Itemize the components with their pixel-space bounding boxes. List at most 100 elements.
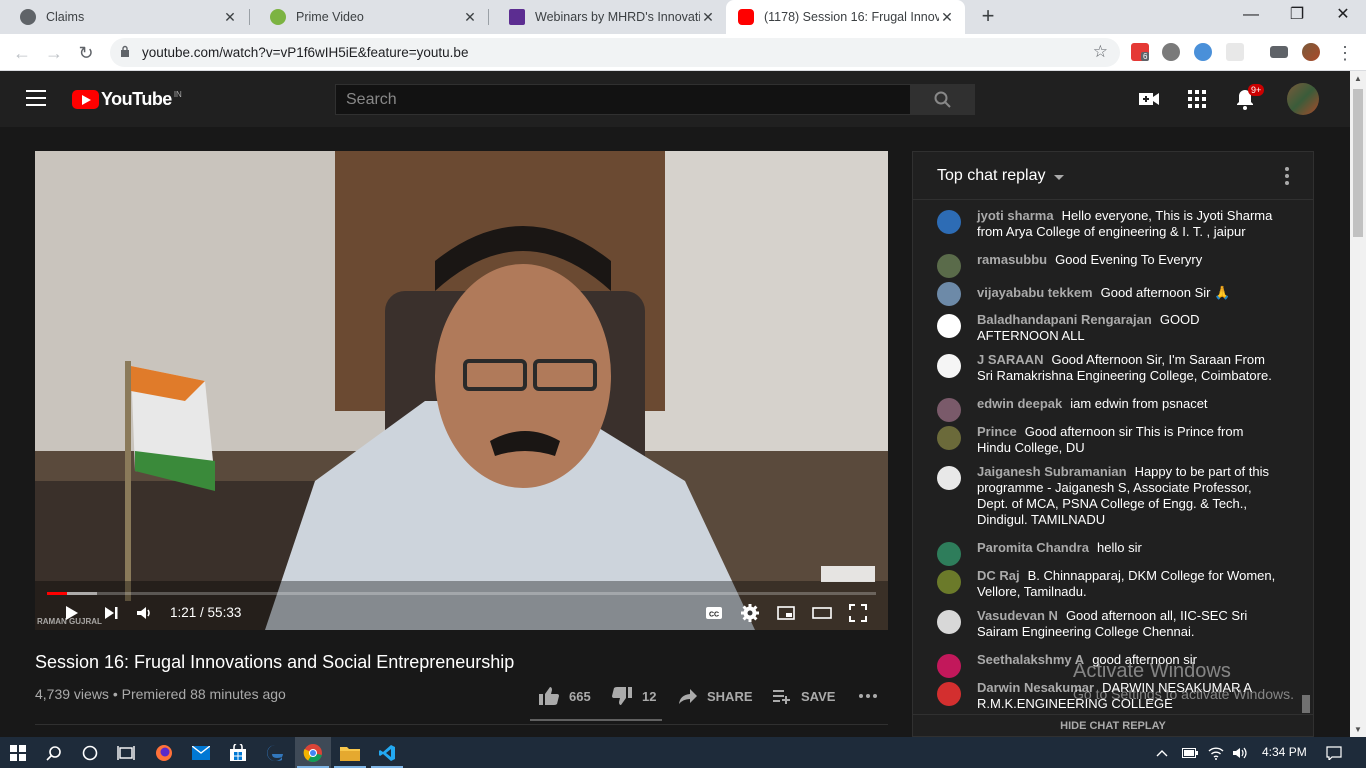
- chat-mode-dropdown[interactable]: Top chat replay: [937, 167, 1046, 185]
- reload-button[interactable]: ↻: [73, 40, 99, 66]
- chat-avatar: [937, 354, 961, 378]
- taskbar-clock[interactable]: 4:34 PM: [1262, 745, 1307, 759]
- miniplayer-icon[interactable]: [776, 603, 796, 623]
- chat-author[interactable]: Prince: [977, 424, 1017, 439]
- edge-icon[interactable]: [257, 737, 293, 768]
- subtitles-cc-icon[interactable]: CC: [704, 603, 724, 623]
- chat-message: Jaiganesh Subramanian Happy to be part of…: [937, 464, 1277, 528]
- chat-author[interactable]: J SARAAN: [977, 352, 1043, 367]
- svg-text:CC: CC: [709, 612, 719, 619]
- restore-button[interactable]: ❐: [1274, 0, 1320, 30]
- chat-author[interactable]: ramasubbu: [977, 252, 1047, 267]
- save-label: SAVE: [801, 688, 836, 704]
- wifi-icon[interactable]: [1204, 737, 1228, 768]
- next-video-icon[interactable]: [101, 603, 121, 623]
- scroll-up-arrow-icon[interactable]: ▲: [1354, 74, 1362, 83]
- chat-author[interactable]: Vasudevan N: [977, 608, 1058, 623]
- back-button[interactable]: ←: [9, 40, 35, 66]
- chat-author[interactable]: jyoti sharma: [977, 208, 1054, 223]
- share-button[interactable]: SHARE: [678, 684, 753, 708]
- tab-youtube-active[interactable]: (1178) Session 16: Frugal Innovat ✕: [726, 0, 965, 34]
- chat-avatar: [937, 254, 961, 278]
- youtube-play-logo-icon: [72, 90, 99, 109]
- close-tab-icon[interactable]: ✕: [939, 9, 955, 26]
- browser-tab-bar: Claims ✕ Prime Video ✕ Webinars by MHRD'…: [0, 0, 1366, 34]
- page-scrollbar[interactable]: ▲ ▼: [1350, 71, 1366, 737]
- close-tab-icon[interactable]: ✕: [700, 9, 716, 26]
- search-button[interactable]: [910, 84, 975, 115]
- fullscreen-icon[interactable]: [848, 603, 868, 623]
- account-avatar[interactable]: [1287, 83, 1319, 115]
- extension-icon[interactable]: [1226, 43, 1244, 61]
- search-icon[interactable]: [36, 737, 72, 768]
- action-center-icon[interactable]: [1318, 737, 1350, 768]
- bug-extension-icon[interactable]: [1162, 43, 1180, 61]
- minimize-button[interactable]: —: [1228, 0, 1274, 30]
- youtube-logo[interactable]: YouTube IN: [72, 89, 182, 110]
- theater-mode-icon[interactable]: [812, 603, 832, 623]
- tab-webinars[interactable]: Webinars by MHRD's Innovation ✕: [489, 0, 726, 34]
- search-icon: [934, 91, 951, 108]
- bookmark-star-icon[interactable]: ☆: [1093, 42, 1108, 62]
- more-vertical-icon[interactable]: [1285, 167, 1289, 185]
- profile-avatar[interactable]: [1302, 43, 1320, 61]
- scrollbar-thumb[interactable]: [1302, 695, 1310, 713]
- scroll-down-arrow-icon[interactable]: ▼: [1354, 725, 1362, 734]
- tab-prime-video[interactable]: Prime Video ✕: [250, 0, 488, 34]
- media-controls-icon[interactable]: [1270, 46, 1288, 58]
- close-tab-icon[interactable]: ✕: [222, 9, 238, 26]
- chat-author[interactable]: DC Raj: [977, 568, 1020, 583]
- chat-author[interactable]: vijayababu tekkem: [977, 285, 1093, 300]
- chrome-icon[interactable]: [295, 737, 331, 768]
- chat-author[interactable]: Seethalakshmy A: [977, 652, 1084, 667]
- current-time: 1:21: [170, 605, 197, 620]
- show-hidden-icons-chevron-icon[interactable]: [1150, 737, 1174, 768]
- dislike-button[interactable]: 12: [611, 684, 656, 708]
- extension-icon[interactable]: [1194, 43, 1212, 61]
- url-text: youtube.com/watch?v=vP1f6wIH5iE&feature=…: [142, 45, 469, 60]
- file-explorer-icon[interactable]: [332, 737, 368, 768]
- cortana-icon[interactable]: [72, 737, 108, 768]
- hide-chat-replay-button[interactable]: HIDE CHAT REPLAY: [913, 714, 1313, 738]
- new-tab-button[interactable]: +: [976, 4, 1000, 28]
- hamburger-menu-icon[interactable]: [26, 90, 46, 106]
- create-video-icon[interactable]: [1137, 87, 1161, 111]
- close-window-button[interactable]: ✕: [1320, 0, 1366, 30]
- volume-icon[interactable]: [134, 603, 154, 623]
- volume-icon[interactable]: [1228, 737, 1252, 768]
- scrollbar-thumb[interactable]: [1353, 89, 1363, 237]
- forward-button[interactable]: →: [41, 40, 67, 66]
- video-player[interactable]: 1:21 / 55:33 CC RAMAN GUJRAL: [35, 151, 888, 630]
- firefox-icon[interactable]: [146, 737, 182, 768]
- windows-start-icon[interactable]: [0, 737, 36, 768]
- save-button[interactable]: SAVE: [772, 684, 835, 708]
- mail-icon[interactable]: [183, 737, 219, 768]
- store-icon[interactable]: [220, 737, 256, 768]
- chevron-down-icon[interactable]: [1054, 175, 1064, 180]
- apps-grid-icon[interactable]: [1185, 87, 1209, 111]
- chat-message-list[interactable]: jyoti sharma Hello everyone, This is Jyot…: [913, 200, 1297, 714]
- like-button[interactable]: 665: [538, 684, 591, 708]
- vscode-icon[interactable]: [369, 737, 405, 768]
- windows-taskbar: 4:34 PM: [0, 737, 1366, 768]
- chat-text: Good Evening To Everyry: [1055, 252, 1203, 267]
- tab-claims[interactable]: Claims ✕: [0, 0, 248, 34]
- chat-author[interactable]: Baladhandapani Rengarajan: [977, 312, 1152, 327]
- address-bar[interactable]: youtube.com/watch?v=vP1f6wIH5iE&feature=…: [110, 38, 1120, 67]
- extension-icon[interactable]: 6: [1131, 43, 1150, 61]
- chat-scrollbar[interactable]: [1298, 200, 1313, 714]
- chrome-menu-icon[interactable]: ⋮: [1332, 40, 1358, 66]
- chat-text: hello sir: [1096, 540, 1142, 555]
- task-view-icon[interactable]: [108, 737, 144, 768]
- settings-gear-icon[interactable]: [740, 603, 760, 623]
- close-tab-icon[interactable]: ✕: [462, 9, 478, 26]
- notification-count-badge: 9+: [1248, 84, 1265, 96]
- more-actions-button[interactable]: [858, 684, 887, 708]
- search-input[interactable]: [336, 85, 910, 114]
- battery-icon[interactable]: [1178, 737, 1202, 768]
- browser-toolbar: ← → ↻ youtube.com/watch?v=vP1f6wIH5iE&fe…: [0, 34, 1366, 71]
- chat-author[interactable]: Jaiganesh Subramanian: [977, 464, 1127, 479]
- progress-bar[interactable]: [47, 592, 876, 595]
- chat-author[interactable]: Paromita Chandra: [977, 540, 1089, 555]
- chat-author[interactable]: edwin deepak: [977, 396, 1062, 411]
